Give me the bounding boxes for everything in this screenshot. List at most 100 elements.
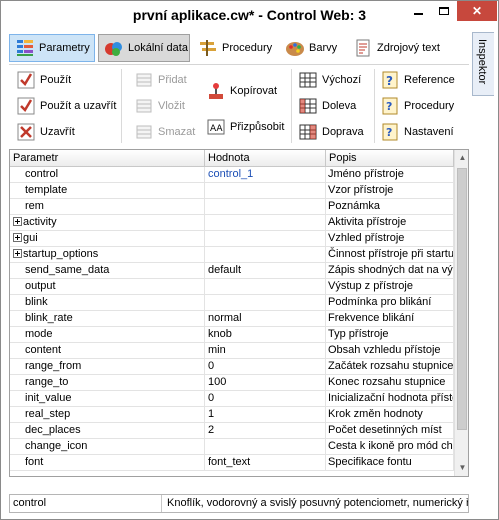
table-row[interactable]: blink Podmínka pro blikání [10,295,454,311]
insert-button[interactable]: Vložit [135,95,185,117]
parameter-value-cell[interactable]: font_text [205,455,326,471]
parameter-name-cell[interactable]: dec_places [10,423,205,439]
tab-procedures[interactable]: Procedury [193,34,279,62]
expand-plus-icon[interactable] [13,217,22,226]
procedure-help-label: Procedury [404,100,455,112]
parameter-description-cell: Činnost přístroje při startu [326,247,454,263]
adjust-button[interactable]: AA Přizpůsobit [207,116,284,138]
close-icon: ✕ [471,4,483,18]
table-row[interactable]: dec_places 2 Počet desetinných míst [10,423,454,439]
copy-button[interactable]: Kopírovat [207,80,277,102]
use-and-close-button[interactable]: Použít a uzavřít [17,95,116,117]
parameter-value-cell[interactable]: 0 [205,359,326,375]
inspector-side-tab[interactable]: Inspektor [472,32,494,96]
parameter-name-cell[interactable]: blink_rate [10,311,205,327]
table-row[interactable]: content min Obsah vzhledu přístoje [10,343,454,359]
expand-plus-icon[interactable] [13,249,22,258]
parameter-value-cell[interactable]: control_1 [205,167,326,183]
table-row[interactable]: output Výstup z přístroje [10,279,454,295]
table-row[interactable]: control control_1 Jméno přístroje [10,167,454,183]
parameter-name-cell[interactable]: mode [10,327,205,343]
check-icon [17,71,35,89]
parameter-name-cell[interactable]: content [10,343,205,359]
parameter-value-cell[interactable] [205,279,326,295]
parameter-name-cell[interactable]: control [10,167,205,183]
use-button[interactable]: Použít [17,69,71,91]
parameter-value-cell[interactable] [205,231,326,247]
parameter-name-cell[interactable]: change_icon [10,439,205,455]
column-header-description[interactable]: Popis [326,150,454,167]
parameter-name-cell[interactable]: font [10,455,205,471]
column-header-parameter[interactable]: Parametr [10,150,205,167]
table-row[interactable]: startup_options Činnost přístroje při sta… [10,247,454,263]
table-row[interactable]: rem Poznámka [10,199,454,215]
maximize-button[interactable] [431,1,457,21]
left-button[interactable]: Doleva [299,95,356,117]
parameter-name-cell[interactable]: blink [10,295,205,311]
parameter-value-cell[interactable] [205,215,326,231]
right-button[interactable]: Doprava [299,121,364,143]
delete-button[interactable]: Smazat [135,121,195,143]
parameter-value-cell[interactable]: default [205,263,326,279]
parameter-name-cell[interactable]: output [10,279,205,295]
table-row[interactable]: range_to 100 Konec rozsahu stupnice [10,375,454,391]
column-header-value[interactable]: Hodnota [205,150,326,167]
close-window-button[interactable]: ✕ [457,1,497,21]
parameter-name-cell[interactable]: real_step [10,407,205,423]
scroll-thumb[interactable] [457,168,467,430]
add-row-icon [135,71,153,89]
parameter-name-cell[interactable]: rem [10,199,205,215]
table-row[interactable]: change_icon Cesta k ikoně pro mód cha [10,439,454,455]
table-row[interactable]: real_step 1 Krok změn hodnoty [10,407,454,423]
table-row[interactable]: font font_text Specifikace fontu [10,455,454,471]
parameter-value-cell[interactable] [205,439,326,455]
settings-button[interactable]: ? Nastavení [381,121,454,143]
parameter-value-cell[interactable]: 1 [205,407,326,423]
close-button[interactable]: Uzavřít [17,121,75,143]
table-row[interactable]: activity Aktivita přístroje [10,215,454,231]
default-button[interactable]: Výchozí [299,69,361,91]
parameter-name-cell[interactable]: startup_options [10,247,205,263]
parameter-value-cell[interactable] [205,295,326,311]
table-row[interactable]: range_from 0 Začátek rozsahu stupnice [10,359,454,375]
parameter-name-cell[interactable]: template [10,183,205,199]
vertical-scrollbar[interactable]: ▲ ▼ [454,150,468,476]
table-row[interactable]: init_value 0 Inicializační hodnota přísto [10,391,454,407]
parameter-value-cell[interactable]: knob [205,327,326,343]
parameter-value-cell[interactable]: normal [205,311,326,327]
parameter-name-cell[interactable]: activity [10,215,205,231]
title-bar[interactable]: první aplikace.cw* - Control Web: 3 ✕ [1,1,498,31]
scroll-up-icon[interactable]: ▲ [455,150,468,166]
table-row[interactable]: gui Vzhled přístroje [10,231,454,247]
parameter-description-cell: Krok změn hodnoty [326,407,454,423]
tab-colors[interactable]: Barvy [280,34,346,62]
ribbon: Použít Použít a uzavřít Uzavřít Přidat V… [9,64,469,146]
tab-local-data[interactable]: Lokální data [98,34,190,62]
copy-label: Kopírovat [230,85,278,97]
parameter-name-cell[interactable]: send_same_data [10,263,205,279]
table-row[interactable]: template Vzor přístroje [10,183,454,199]
add-button[interactable]: Přidat [135,69,187,91]
parameter-description-cell: Obsah vzhledu přístoje [326,343,454,359]
parameter-value-cell[interactable]: 100 [205,375,326,391]
tab-parameters[interactable]: Parametry [9,34,95,62]
parameter-value-cell[interactable]: 0 [205,391,326,407]
expand-plus-icon[interactable] [13,233,22,242]
procedure-help-button[interactable]: ? Procedury [381,95,454,117]
parameter-name-cell[interactable]: range_from [10,359,205,375]
parameter-name-cell[interactable]: gui [10,231,205,247]
parameter-value-cell[interactable]: 2 [205,423,326,439]
parameter-value-cell[interactable] [205,199,326,215]
table-row[interactable]: mode knob Typ přístroje [10,327,454,343]
parameter-value-cell[interactable] [205,247,326,263]
parameter-value-cell[interactable]: min [205,343,326,359]
table-row[interactable]: blink_rate normal Frekvence blikání [10,311,454,327]
tab-source-text[interactable]: Zdrojový text [348,34,448,62]
reference-button[interactable]: ? Reference [381,69,455,91]
minimize-button[interactable] [405,1,431,21]
scroll-down-icon[interactable]: ▼ [455,460,468,476]
parameter-name-cell[interactable]: range_to [10,375,205,391]
parameter-name-cell[interactable]: init_value [10,391,205,407]
table-row[interactable]: send_same_data default Zápis shodných dat … [10,263,454,279]
parameter-value-cell[interactable] [205,183,326,199]
